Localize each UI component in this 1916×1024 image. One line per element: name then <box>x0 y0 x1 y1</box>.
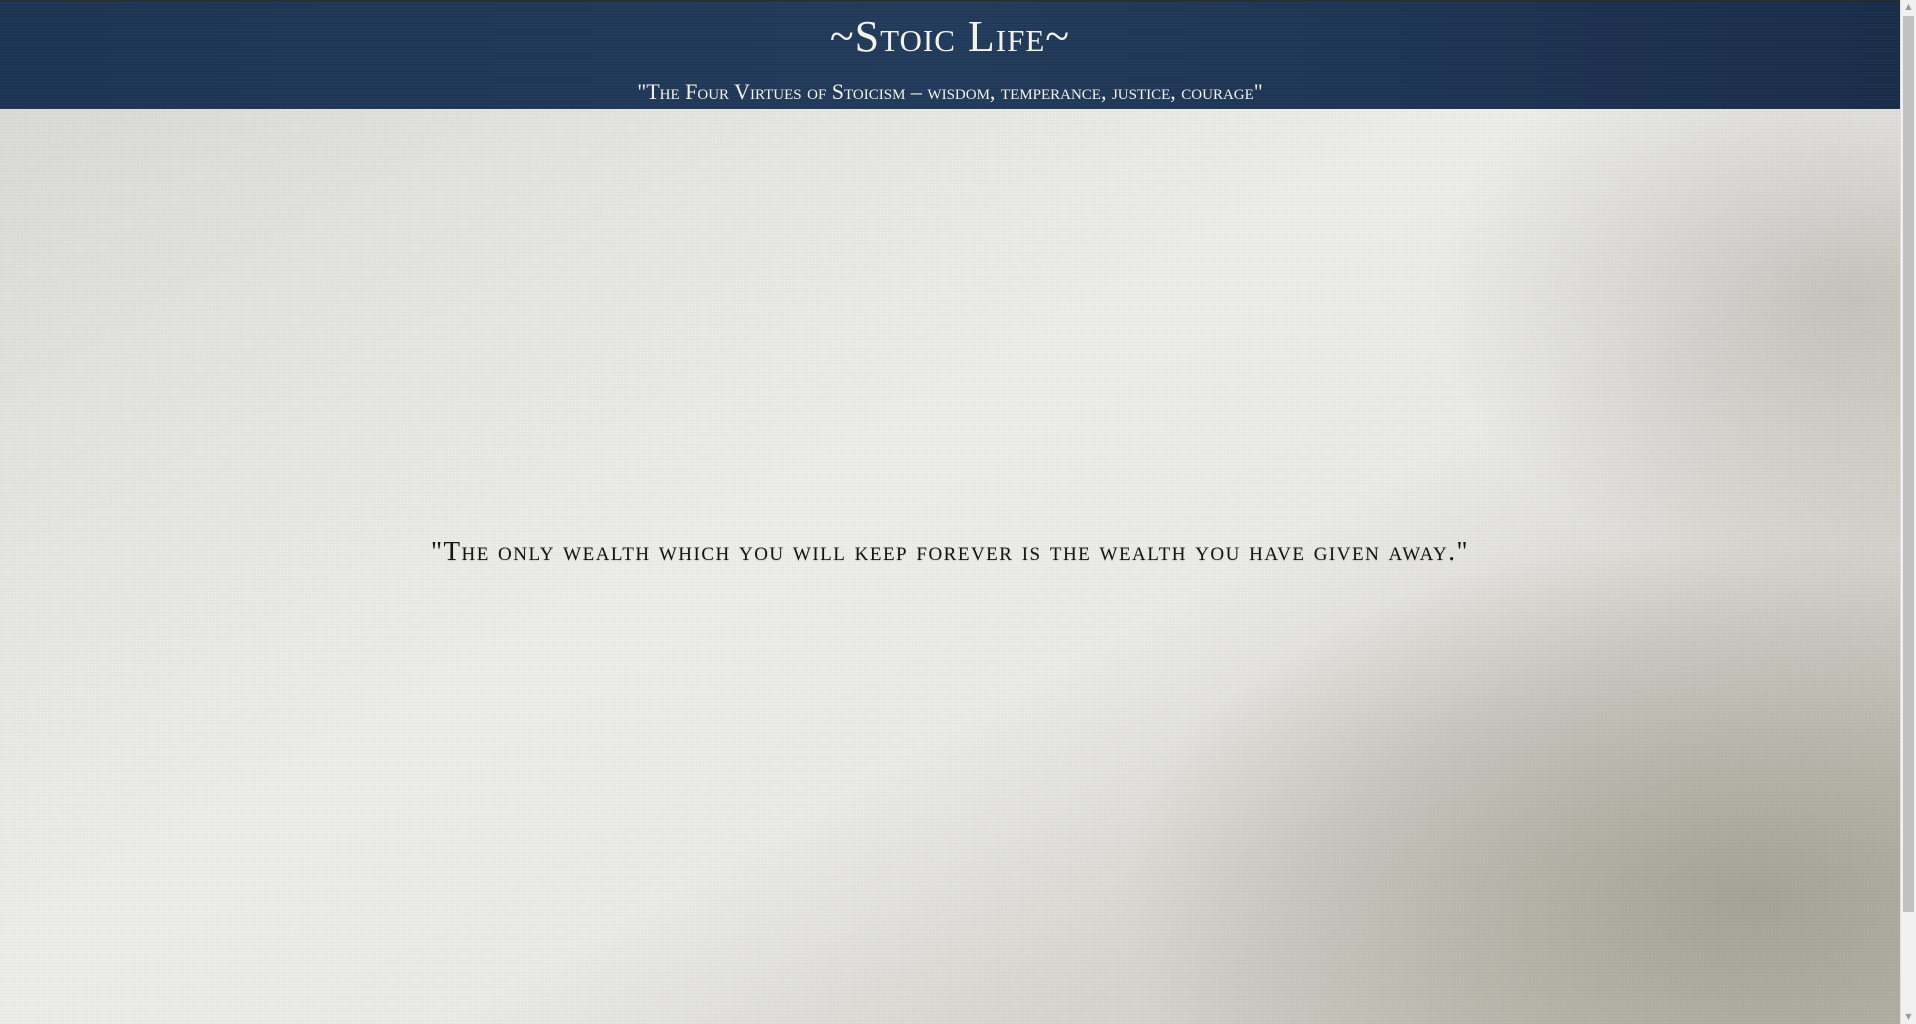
site-subtitle: "The Four Virtues of Stoicism – wisdom, … <box>637 79 1263 104</box>
scrollbar-thumb[interactable] <box>1903 16 1914 912</box>
scroll-up-icon[interactable]: ▲ <box>1901 0 1916 14</box>
page-background: ~Stoic Life~ "The Four Virtues of Stoici… <box>0 0 1900 1024</box>
site-title: ~Stoic Life~ <box>829 12 1071 61</box>
quote-text: "The only wealth which you will keep for… <box>430 536 1470 566</box>
scroll-down-icon[interactable]: ▼ <box>1901 1010 1916 1024</box>
vertical-scrollbar[interactable]: ▲ ▼ <box>1900 0 1916 1024</box>
site-header: ~Stoic Life~ "The Four Virtues of Stoici… <box>0 0 1900 109</box>
